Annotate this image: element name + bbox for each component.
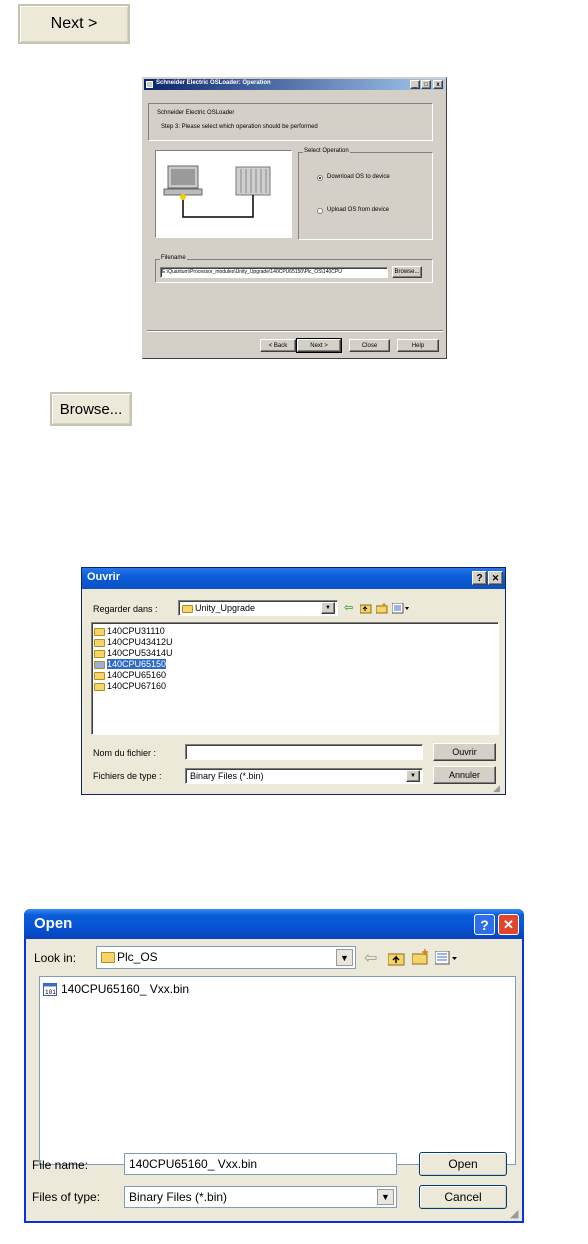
ouvrir-close-button[interactable]: ✕ bbox=[488, 571, 503, 585]
radio-upload[interactable] bbox=[317, 208, 323, 214]
filename-field[interactable]: E:\Quantum\Processor_modules\Unity_Upgra… bbox=[160, 267, 388, 278]
open-filename-field[interactable]: 140CPU65160_ Vxx.bin bbox=[124, 1153, 397, 1175]
open-type-dropdown[interactable]: Binary Files (*.bin) ▼ bbox=[124, 1186, 397, 1208]
open-close-button[interactable]: ✕ bbox=[498, 914, 519, 935]
browse-button[interactable]: Browse... bbox=[50, 392, 132, 426]
help-button[interactable]: Help bbox=[397, 339, 439, 352]
osloader-next-button[interactable]: Next > bbox=[296, 338, 342, 353]
filename-group: Filename E:\Quantum\Processor_modules\Un… bbox=[155, 255, 433, 283]
chevron-down-icon[interactable]: ▼ bbox=[336, 949, 353, 966]
open-title: Open bbox=[34, 915, 73, 932]
app-icon bbox=[146, 81, 153, 88]
ouvrir-dialog: Ouvrir ? ✕ Regarder dans : Unity_Upgrade… bbox=[81, 567, 506, 795]
folder-icon bbox=[94, 649, 105, 658]
pc-plc-illustration bbox=[163, 165, 271, 218]
osloader-browse-button[interactable]: Browse... bbox=[392, 266, 422, 278]
browse-button-label: Browse... bbox=[59, 400, 123, 418]
osloader-header: Schneider Electric OSLoader Step 3: Plea… bbox=[148, 103, 433, 141]
folder-icon bbox=[101, 952, 115, 964]
ouvrir-cancel-button[interactable]: Annuler bbox=[433, 766, 496, 784]
view-menu-icon[interactable] bbox=[435, 951, 459, 966]
folder-icon bbox=[94, 638, 105, 647]
back-button[interactable]: < Back bbox=[260, 339, 296, 352]
chevron-down-icon[interactable]: ▼ bbox=[377, 1189, 394, 1205]
open-look-in-dropdown[interactable]: Plc_OS ▼ bbox=[96, 946, 356, 969]
radio-upload-label[interactable]: Upload OS from device bbox=[327, 207, 389, 213]
folder-icon bbox=[182, 604, 193, 613]
list-item[interactable]: 140CPU65160 bbox=[94, 670, 173, 681]
ouvrir-help-button[interactable]: ? bbox=[472, 571, 487, 585]
next-button[interactable]: Next > bbox=[18, 4, 130, 44]
ouvrir-title: Ouvrir bbox=[87, 571, 121, 583]
ouvrir-titlebar: Ouvrir ? ✕ bbox=[82, 568, 505, 589]
open-titlebar: Open ? ✕ bbox=[24, 909, 524, 939]
ouvrir-type-label: Fichiers de type : bbox=[93, 771, 162, 781]
resize-grip-icon[interactable]: ◢ bbox=[493, 783, 500, 794]
minimize-button[interactable]: _ bbox=[410, 80, 420, 89]
list-item[interactable]: 101 140CPU65160_ Vxx.bin bbox=[43, 982, 189, 997]
back-arrow-icon[interactable]: ⇦ bbox=[364, 948, 377, 968]
new-folder-icon[interactable] bbox=[412, 949, 430, 965]
chevron-down-icon[interactable]: ▼ bbox=[406, 770, 420, 782]
connection-diagram bbox=[155, 150, 292, 238]
open-file-list[interactable]: 101 140CPU65160_ Vxx.bin bbox=[39, 976, 516, 1165]
ouvrir-filename-label: Nom du fichier : bbox=[93, 748, 157, 758]
look-in-label: Regarder dans : bbox=[93, 604, 158, 614]
maximize-button[interactable]: □ bbox=[421, 80, 431, 89]
list-item[interactable]: 140CPU67160 bbox=[94, 681, 173, 692]
resize-grip-icon[interactable]: ◢ bbox=[510, 1207, 518, 1220]
folder-icon bbox=[94, 627, 105, 636]
radio-download[interactable] bbox=[317, 175, 323, 181]
list-item[interactable]: 140CPU43412U bbox=[94, 637, 173, 648]
folder-icon bbox=[94, 660, 105, 669]
next-button-label: Next > bbox=[50, 15, 98, 32]
folder-icon bbox=[94, 682, 105, 691]
open-dialog: Open ? ✕ Look in: Plc_OS ▼ ⇦ 101 140CPU65… bbox=[24, 909, 524, 1223]
back-arrow-icon[interactable]: ⇦ bbox=[344, 601, 353, 614]
chevron-down-icon[interactable]: ▼ bbox=[321, 602, 335, 614]
svg-text:101: 101 bbox=[45, 989, 56, 996]
select-operation-group: Select Operation Download OS to device U… bbox=[298, 148, 433, 240]
cancel-button[interactable]: Cancel bbox=[419, 1185, 507, 1209]
new-folder-icon[interactable] bbox=[376, 603, 388, 614]
open-filename-label: File name: bbox=[32, 1158, 89, 1172]
open-type-label: Files of type: bbox=[32, 1190, 101, 1204]
select-operation-label: Select Operation bbox=[303, 148, 350, 154]
osloader-titlebar: Schneider Electric OSLoader: Operation _… bbox=[144, 79, 445, 90]
osloader-title: Schneider Electric OSLoader: Operation bbox=[156, 80, 271, 86]
open-button[interactable]: Open bbox=[419, 1152, 507, 1176]
list-item[interactable]: 140CPU53414U bbox=[94, 648, 173, 659]
ouvrir-open-button[interactable]: Ouvrir bbox=[433, 743, 496, 761]
up-folder-icon[interactable] bbox=[388, 951, 405, 966]
ouvrir-filename-field[interactable] bbox=[185, 744, 423, 760]
radio-download-label[interactable]: Download OS to device bbox=[327, 174, 390, 180]
open-help-button[interactable]: ? bbox=[474, 914, 495, 935]
view-menu-icon[interactable] bbox=[392, 603, 410, 614]
divider bbox=[147, 330, 443, 332]
up-folder-icon[interactable] bbox=[360, 603, 372, 614]
list-item[interactable]: 140CPU65150 bbox=[94, 659, 173, 670]
filename-group-label: Filename bbox=[160, 255, 187, 261]
look-in-dropdown[interactable]: Unity_Upgrade ▼ bbox=[178, 600, 338, 616]
list-item[interactable]: 140CPU31110 bbox=[94, 626, 173, 637]
ouvrir-type-dropdown[interactable]: Binary Files (*.bin) ▼ bbox=[185, 768, 423, 784]
osloader-window: Schneider Electric OSLoader: Operation _… bbox=[142, 77, 447, 359]
header-line2: Step 3: Please select which operation sh… bbox=[161, 124, 318, 130]
folder-icon bbox=[94, 671, 105, 680]
ouvrir-file-list[interactable]: 140CPU31110 140CPU43412U 140CPU53414U 140CP… bbox=[91, 622, 499, 735]
bin-file-icon: 101 bbox=[43, 982, 57, 996]
close-button[interactable]: x bbox=[433, 80, 443, 89]
open-look-in-label: Look in: bbox=[34, 951, 77, 965]
osloader-close-button[interactable]: Close bbox=[349, 339, 390, 352]
header-line1: Schneider Electric OSLoader bbox=[157, 110, 235, 116]
